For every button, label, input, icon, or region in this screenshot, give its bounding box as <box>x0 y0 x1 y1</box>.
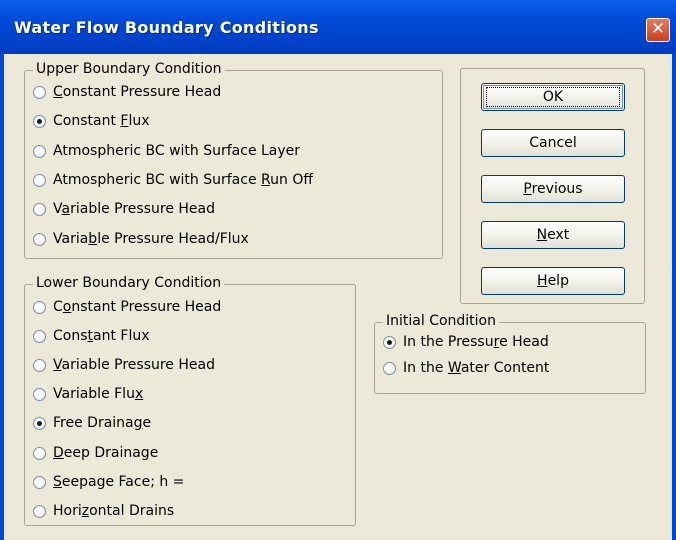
radio-button[interactable] <box>33 417 46 431</box>
next-button-label: Next <box>536 227 570 243</box>
radio-button[interactable] <box>383 336 396 349</box>
cancel-button-label: Cancel <box>529 135 577 151</box>
radio-button[interactable] <box>33 86 46 99</box>
cancel-button[interactable]: Cancel <box>481 129 625 157</box>
next-button[interactable]: Next <box>481 221 625 249</box>
lower-option-7-label: Horizontal Drains <box>53 502 175 519</box>
help-button[interactable]: Help <box>481 267 625 295</box>
dialog-body: Upper Boundary Condition Constant Pressu… <box>0 54 676 540</box>
radio-button[interactable] <box>33 144 46 158</box>
previous-button[interactable]: Previous <box>481 175 625 203</box>
lower-option-2-label: Variable Pressure Head <box>53 357 215 374</box>
lower-option-5-label: Deep Drainage <box>53 444 159 461</box>
initial-condition-legend: Initial Condition <box>383 313 499 329</box>
upper-option-0-label: Constant Pressure Head <box>53 84 222 100</box>
previous-button-label: Previous <box>523 181 583 197</box>
upper-option-4-label: Variable Pressure Head <box>53 201 215 218</box>
lower-option-4-label: Free Drainage <box>53 415 152 432</box>
radio-button[interactable] <box>33 359 46 373</box>
help-button-label: Help <box>537 273 569 289</box>
radio-button[interactable] <box>33 232 46 246</box>
lower-option-6-label: Seepage Face; h = <box>53 473 185 490</box>
radio-button[interactable] <box>33 504 46 518</box>
title-bar[interactable]: Water Flow Boundary Conditions ✕ <box>0 0 676 54</box>
upper-option-3-label: Atmospheric BC with Surface Run Off <box>53 171 313 188</box>
close-button[interactable]: ✕ <box>646 18 670 42</box>
upper-option-5-label: Variable Pressure Head/Flux <box>53 230 249 247</box>
radio-button[interactable] <box>33 388 46 402</box>
upper-option-1-label: Constant Flux <box>53 113 150 130</box>
radio-button[interactable] <box>33 330 46 344</box>
dialog-window: Water Flow Boundary Conditions ✕ Upper B… <box>0 0 676 540</box>
lower-boundary-legend: Lower Boundary Condition <box>33 275 225 291</box>
ok-button[interactable]: OK <box>481 83 625 111</box>
radio-button[interactable] <box>33 475 46 489</box>
radio-button[interactable] <box>33 203 46 217</box>
radio-button[interactable] <box>383 362 396 375</box>
initial-option-0-label: In the Pressure Head <box>403 334 549 350</box>
radio-button[interactable] <box>33 173 46 187</box>
radio-button[interactable] <box>33 446 46 460</box>
initial-condition-group: Initial Condition In the Pressure Head In… <box>374 313 646 394</box>
upper-boundary-legend: Upper Boundary Condition <box>33 61 225 77</box>
lower-option-3-label: Variable Flux <box>53 386 144 403</box>
focus-rectangle <box>486 87 620 107</box>
window-title: Water Flow Boundary Conditions <box>14 18 319 37</box>
lower-option-1-label: Constant Flux <box>53 328 150 345</box>
radio-button[interactable] <box>33 115 46 129</box>
initial-option-1-label: In the Water Content <box>403 360 550 376</box>
upper-option-2-label: Atmospheric BC with Surface Layer <box>53 142 301 159</box>
lower-option-0-label: Constant Pressure Head <box>53 299 222 315</box>
lower-boundary-group: Lower Boundary Condition Constant Pressu… <box>24 275 356 526</box>
upper-boundary-group: Upper Boundary Condition Constant Pressu… <box>24 61 443 259</box>
button-panel: OK Cancel Previous Next Help <box>460 68 645 304</box>
radio-button[interactable] <box>33 301 46 314</box>
